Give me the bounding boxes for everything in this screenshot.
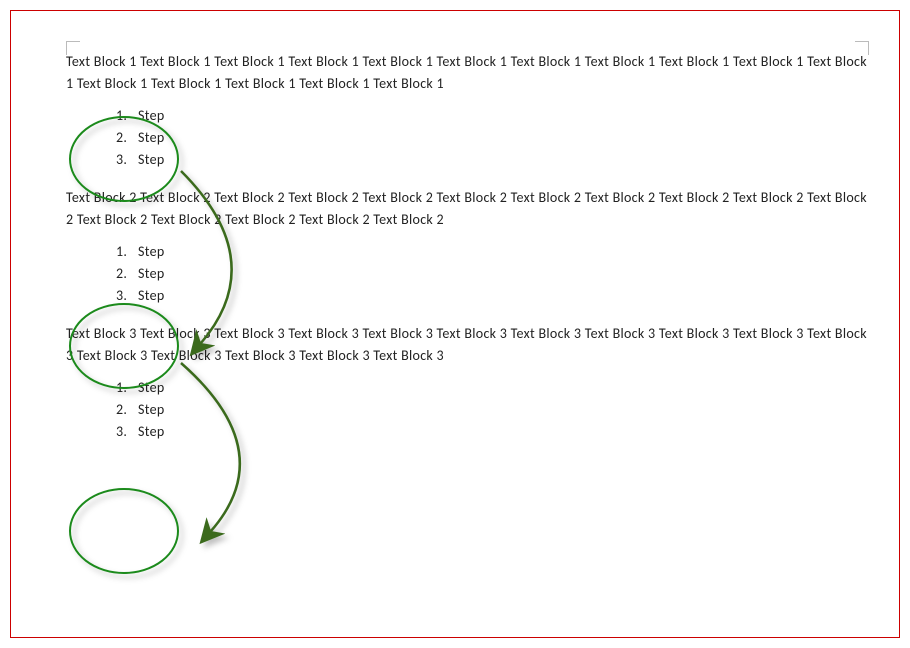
document-frame: Text Block 1 Text Block 1 Text Block 1 T… — [10, 10, 900, 638]
list-item: 3.Step — [116, 421, 869, 443]
list-item: 1.Step — [116, 105, 869, 127]
margin-mark-top-left — [66, 41, 80, 55]
paragraph: Text Block 2 Text Block 2 Text Block 2 T… — [66, 187, 869, 231]
paragraph: Text Block 1 Text Block 1 Text Block 1 T… — [66, 51, 869, 95]
list-item: 3.Step — [116, 285, 869, 307]
list-item: 2.Step — [116, 127, 869, 149]
list-item: 1.Step — [116, 377, 869, 399]
text-block-2: Text Block 2 Text Block 2 Text Block 2 T… — [66, 187, 869, 307]
list-item: 2.Step — [116, 263, 869, 285]
text-block-3: Text Block 3 Text Block 3 Text Block 3 T… — [66, 323, 869, 443]
text-block-1: Text Block 1 Text Block 1 Text Block 1 T… — [66, 51, 869, 171]
step-list: 1.Step 2.Step 3.Step — [116, 241, 869, 307]
margin-mark-top-right — [855, 41, 869, 55]
step-list: 1.Step 2.Step 3.Step — [116, 105, 869, 171]
list-item: 3.Step — [116, 149, 869, 171]
list-item: 2.Step — [116, 399, 869, 421]
list-item: 1.Step — [116, 241, 869, 263]
paragraph: Text Block 3 Text Block 3 Text Block 3 T… — [66, 323, 869, 367]
step-list: 1.Step 2.Step 3.Step — [116, 377, 869, 443]
circle-annotation-3 — [70, 489, 178, 573]
